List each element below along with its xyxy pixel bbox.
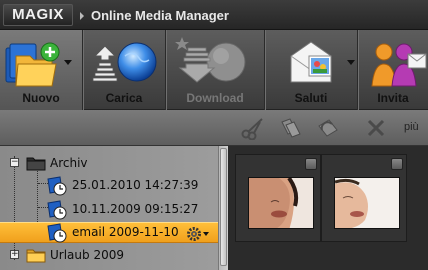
media-grid bbox=[229, 146, 428, 270]
select-checkbox[interactable] bbox=[305, 158, 317, 170]
delete-icon[interactable] bbox=[364, 116, 388, 140]
face-photo-image bbox=[335, 178, 399, 228]
collapse-toggle[interactable]: − bbox=[10, 158, 19, 167]
folder-icon bbox=[26, 249, 46, 263]
copy-icon[interactable] bbox=[278, 116, 302, 140]
download-globe-icon bbox=[175, 37, 246, 83]
tree-item-urlaub[interactable]: + Urlaub 2009 bbox=[0, 245, 218, 266]
invite-button[interactable]: Invita bbox=[358, 30, 428, 110]
tree-item-archiv[interactable]: − Archiv bbox=[0, 153, 218, 174]
photo-thumbnail bbox=[334, 177, 400, 229]
tree-item-label: email 2009-11-10 bbox=[72, 225, 179, 239]
album-clock-icon bbox=[47, 223, 67, 243]
title-bar: MAGIX Online Media Manager bbox=[0, 0, 428, 30]
album-clock-icon bbox=[47, 200, 67, 220]
new-button-label: Nuovo bbox=[22, 91, 60, 105]
greeting-envelope-icon bbox=[290, 41, 332, 83]
tree-item-label: Archiv bbox=[50, 156, 88, 170]
invite-button-label: Invita bbox=[377, 91, 409, 105]
upload-globe-icon bbox=[92, 42, 157, 82]
tree-item-album-selected[interactable]: email 2009-11-10 bbox=[0, 222, 218, 243]
tree-item-album[interactable]: 10.11.2009 09:15:27 bbox=[0, 199, 218, 220]
app-title: Online Media Manager bbox=[91, 8, 229, 23]
upload-button-label: Carica bbox=[105, 91, 143, 105]
scissors-icon[interactable] bbox=[240, 116, 264, 140]
album-tree: − Archiv 25.01.2010 14:27:39 10.11.2009 … bbox=[0, 146, 228, 270]
paste-icon[interactable] bbox=[316, 116, 340, 140]
tree-item-label: 10.11.2009 09:15:27 bbox=[72, 202, 199, 216]
scrollbar-thumb[interactable] bbox=[220, 148, 227, 266]
main-toolbar: Nuovo Carica Download Saluti Invita bbox=[0, 30, 428, 110]
gear-dropdown-arrow-icon[interactable] bbox=[203, 232, 209, 236]
select-checkbox[interactable] bbox=[391, 158, 403, 170]
download-button[interactable]: Download bbox=[166, 30, 264, 110]
album-clock-icon bbox=[47, 176, 67, 196]
new-dropdown-arrow-icon[interactable] bbox=[64, 60, 72, 65]
expand-toggle[interactable]: + bbox=[10, 250, 19, 259]
photo-thumbnail bbox=[248, 177, 314, 229]
greetings-button-label: Saluti bbox=[294, 91, 328, 105]
face-photo-image bbox=[249, 178, 313, 228]
greetings-button[interactable]: Saluti bbox=[265, 30, 357, 110]
greetings-dropdown-arrow-icon[interactable] bbox=[347, 60, 355, 65]
tree-item-label: Urlaub 2009 bbox=[50, 248, 124, 262]
download-button-label: Download bbox=[186, 91, 244, 105]
media-thumbnail[interactable] bbox=[235, 154, 321, 242]
more-button[interactable]: più bbox=[404, 121, 419, 133]
tree-item-label: 25.01.2010 14:27:39 bbox=[72, 178, 199, 192]
folder-dark-icon bbox=[26, 157, 46, 171]
tree-scrollbar[interactable] bbox=[218, 146, 228, 270]
secondary-toolbar: più bbox=[0, 110, 428, 146]
gear-icon[interactable] bbox=[186, 226, 202, 242]
upload-button[interactable]: Carica bbox=[83, 30, 165, 110]
invite-people-icon bbox=[371, 43, 427, 87]
new-folder-icon bbox=[5, 42, 60, 87]
tree-item-album[interactable]: 25.01.2010 14:27:39 bbox=[0, 175, 218, 196]
media-thumbnail[interactable] bbox=[321, 154, 407, 242]
title-arrow-icon bbox=[80, 12, 84, 20]
new-button[interactable]: Nuovo bbox=[0, 30, 82, 110]
magix-logo: MAGIX bbox=[3, 4, 73, 26]
